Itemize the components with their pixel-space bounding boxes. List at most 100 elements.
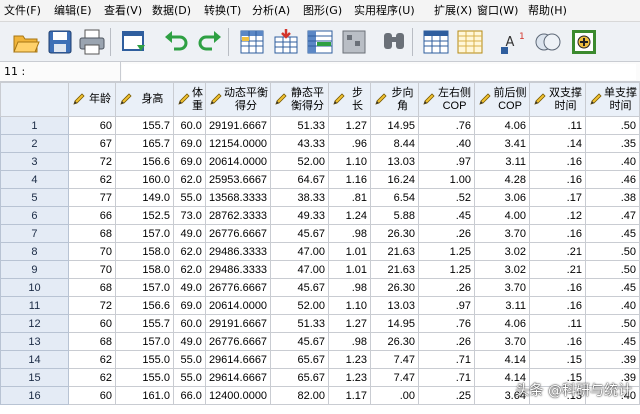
data-cell[interactable]: 82.00 <box>270 386 330 405</box>
data-cell[interactable]: .50 <box>584 314 640 333</box>
data-cell[interactable]: 29614.6667 <box>204 350 272 369</box>
data-cell[interactable]: 26.30 <box>370 224 420 243</box>
data-cell[interactable]: 7.47 <box>370 350 420 369</box>
data-cell[interactable]: .45 <box>584 278 640 297</box>
data-cell[interactable]: 43.33 <box>270 134 330 153</box>
menu-item-7[interactable]: 图形(G) <box>303 0 342 22</box>
data-cell[interactable]: 1.10 <box>328 296 372 315</box>
data-cell[interactable]: .11 <box>528 314 586 333</box>
data-cell[interactable]: 62 <box>67 368 116 387</box>
data-cell[interactable]: 70 <box>67 242 116 261</box>
data-cell[interactable]: 1.25 <box>418 242 475 261</box>
goto-case-icon[interactable] <box>236 26 268 58</box>
data-cell[interactable]: .97 <box>418 296 475 315</box>
grid-corner[interactable] <box>0 82 69 117</box>
row-header[interactable]: 15 <box>0 368 69 387</box>
data-cell[interactable]: 60.0 <box>172 314 206 333</box>
open-file-icon[interactable] <box>10 26 42 58</box>
data-cell[interactable]: 160.0 <box>114 170 174 189</box>
data-cell[interactable]: .76 <box>418 314 475 333</box>
data-cell[interactable]: 21.63 <box>370 242 420 261</box>
data-cell[interactable]: 149.0 <box>114 188 174 207</box>
data-cell[interactable]: .97 <box>418 152 475 171</box>
data-cell[interactable]: 1.23 <box>328 368 372 387</box>
data-cell[interactable]: .45 <box>584 224 640 243</box>
data-cell[interactable]: .16 <box>528 152 586 171</box>
data-cell[interactable]: .81 <box>328 188 372 207</box>
data-cell[interactable]: .14 <box>528 134 586 153</box>
column-header[interactable]: 身高 <box>114 82 174 117</box>
undo-icon[interactable] <box>160 26 192 58</box>
data-cell[interactable]: .26 <box>418 278 475 297</box>
data-cell[interactable]: 52.00 <box>270 296 330 315</box>
menu-item-4[interactable]: 数据(D) <box>152 0 191 22</box>
data-cell[interactable]: 155.0 <box>114 368 174 387</box>
row-header[interactable]: 9 <box>0 260 69 279</box>
data-cell[interactable]: .12 <box>528 206 586 225</box>
row-header[interactable]: 4 <box>0 170 69 189</box>
data-cell[interactable]: .38 <box>584 188 640 207</box>
data-cell[interactable]: 60.0 <box>172 116 206 135</box>
data-cell[interactable]: 3.41 <box>474 134 530 153</box>
data-cell[interactable]: 68 <box>67 224 116 243</box>
data-cell[interactable]: 157.0 <box>114 278 174 297</box>
data-cell[interactable]: 156.6 <box>114 152 174 171</box>
data-cell[interactable]: 26776.6667 <box>204 224 272 243</box>
cell-value-input[interactable] <box>122 64 636 80</box>
data-cell[interactable]: 20614.0000 <box>204 296 272 315</box>
data-cell[interactable]: 3.70 <box>474 278 530 297</box>
data-cell[interactable]: 155.0 <box>114 350 174 369</box>
data-cell[interactable]: 77 <box>67 188 116 207</box>
data-cell[interactable]: 51.33 <box>270 116 330 135</box>
data-cell[interactable]: 51.33 <box>270 314 330 333</box>
data-cell[interactable]: .96 <box>328 134 372 153</box>
data-cell[interactable]: 12154.0000 <box>204 134 272 153</box>
data-cell[interactable]: 72 <box>67 152 116 171</box>
data-cell[interactable]: .71 <box>418 350 475 369</box>
data-cell[interactable]: 45.67 <box>270 278 330 297</box>
data-cell[interactable]: .45 <box>584 332 640 351</box>
row-header[interactable]: 8 <box>0 242 69 261</box>
data-cell[interactable]: 14.95 <box>370 116 420 135</box>
data-cell[interactable]: 25953.6667 <box>204 170 272 189</box>
data-cell[interactable]: 161.0 <box>114 386 174 405</box>
data-cell[interactable]: 55.0 <box>172 350 206 369</box>
data-cell[interactable]: 29191.6667 <box>204 116 272 135</box>
column-header[interactable]: 单支撑时间 <box>584 82 640 117</box>
data-cell[interactable]: 7.47 <box>370 368 420 387</box>
variables-icon[interactable] <box>304 26 336 58</box>
data-cell[interactable]: 3.11 <box>474 152 530 171</box>
data-cell[interactable]: .71 <box>418 368 475 387</box>
data-cell[interactable]: 13.03 <box>370 152 420 171</box>
row-header[interactable]: 1 <box>0 116 69 135</box>
row-header[interactable]: 3 <box>0 152 69 171</box>
run-descriptives-icon[interactable] <box>338 26 370 58</box>
data-cell[interactable]: 64.67 <box>270 170 330 189</box>
weight-cases-icon[interactable] <box>532 26 564 58</box>
data-cell[interactable]: 156.6 <box>114 296 174 315</box>
data-cell[interactable]: 1.16 <box>328 170 372 189</box>
insert-cases-icon[interactable] <box>420 26 452 58</box>
data-cell[interactable]: 152.5 <box>114 206 174 225</box>
column-header[interactable]: 动态平衡得分 <box>204 82 272 117</box>
row-header[interactable]: 6 <box>0 206 69 225</box>
menu-item-5[interactable]: 转换(T) <box>204 0 241 22</box>
data-cell[interactable]: 165.7 <box>114 134 174 153</box>
data-cell[interactable]: .35 <box>584 134 640 153</box>
data-cell[interactable]: 47.00 <box>270 260 330 279</box>
data-cell[interactable]: .17 <box>528 188 586 207</box>
data-cell[interactable]: 14.95 <box>370 314 420 333</box>
data-cell[interactable]: 60 <box>67 314 116 333</box>
data-cell[interactable]: 67 <box>67 134 116 153</box>
data-cell[interactable]: .76 <box>418 116 475 135</box>
row-header[interactable]: 14 <box>0 350 69 369</box>
data-cell[interactable]: 157.0 <box>114 332 174 351</box>
data-cell[interactable]: 158.0 <box>114 242 174 261</box>
data-cell[interactable]: 38.33 <box>270 188 330 207</box>
data-cell[interactable]: .52 <box>418 188 475 207</box>
data-cell[interactable]: .21 <box>528 242 586 261</box>
data-cell[interactable]: 13568.3333 <box>204 188 272 207</box>
save-icon[interactable] <box>44 26 76 58</box>
data-cell[interactable]: .16 <box>528 278 586 297</box>
data-cell[interactable]: 66 <box>67 206 116 225</box>
